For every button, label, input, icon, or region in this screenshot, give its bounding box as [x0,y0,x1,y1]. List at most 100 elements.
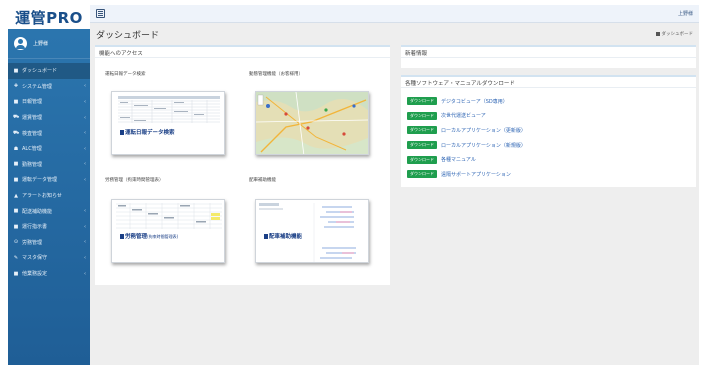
download-link[interactable]: 遠隔サポートアプリケーション [441,171,511,178]
download-button[interactable]: ダウンロード [407,97,437,106]
list-item: ダウンロード デジタコビューア（SD専用） [407,94,690,109]
chevron-left-icon: ‹ [84,130,86,137]
download-button[interactable]: ダウンロード [407,141,437,150]
breadcrumb: ダッシュボード [655,31,694,37]
news-panel: 新着情報 [401,45,696,68]
download-link[interactable]: ローカルアプリケーション（新規版） [441,142,526,149]
download-link[interactable]: 各種マニュアル [441,156,476,163]
alcohol-icon: ☗ [13,145,19,152]
card-labor-management[interactable]: 労務管理(拘束時間管理表) [111,199,225,263]
truck-icon: ⛟ [13,114,20,121]
download-button[interactable]: ダウンロード [407,155,437,164]
calendar-icon: ■ [13,161,19,168]
list-item: ダウンロード 遠隔サポートアプリケーション [407,167,690,182]
card-label-tracking: 動態管理機能（お客様用） [249,72,303,77]
pencil-icon: ✎ [13,254,19,261]
main-content: ダッシュボード ダッシュボード 機能へのアクセス 運転日報データ検索 運転日報デ… [90,23,699,365]
sidebar-nav: ■ ダッシュボード ✚ システム管理 ‹ ■ 日報管理 ‹ ⛟ 運賃管理 ‹ ⛟… [8,59,90,281]
card-tracking-map[interactable] [255,91,369,155]
sidebar-item-instructions[interactable]: ■ 運行指示書 ‹ [8,219,90,235]
sidebar-item-other-settings[interactable]: ■ 他業務設定 ‹ [8,266,90,282]
sidebar-item-alerts[interactable]: ▲ アラートお知らせ [8,188,90,204]
download-button[interactable]: ダウンロード [407,111,437,120]
sidebar-item-label: 配送補助機能 [22,208,53,215]
sidebar-item-master[interactable]: ✎ マスタ保守 ‹ [8,250,90,266]
chevron-left-icon: ‹ [84,145,86,152]
sidebar-item-label: ダッシュボード [22,68,58,75]
sidebar-item-dashboard[interactable]: ■ ダッシュボード [8,63,90,79]
sidebar-item-label: 日報管理 [22,99,43,106]
list-item: ダウンロード 次世代運送ビューア [407,109,690,124]
sidebar-item-daily-report[interactable]: ■ 日報管理 ‹ [8,94,90,110]
list-item: ダウンロード ローカルアプリケーション（新規版） [407,138,690,153]
sidebar-item-dispatch-support[interactable]: ■ 配送補助機能 ‹ [8,203,90,219]
list-item: ダウンロード 各種マニュアル [407,152,690,167]
access-panel: 機能へのアクセス 運転日報データ検索 運転日報データ検索 動態管理機能（お客様用… [95,45,390,285]
user-name: 上野様 [33,41,49,47]
news-panel-title: 新着情報 [401,47,696,58]
card-caption: 労務管理(拘束時間管理表) [120,232,178,240]
sidebar-item-label: アラートお知らせ [22,193,62,200]
square-icon [120,234,124,239]
sidebar-item-alc[interactable]: ☗ ALC管理 ‹ [8,141,90,157]
dispatch-icon: ■ [13,208,19,215]
map-thumbnail-icon [256,92,368,154]
downloads-panel-title: 各種ソフトウェア・マニュアルダウンロード [401,77,696,88]
download-link[interactable]: ローカルアプリケーション（更新版） [441,127,526,134]
card-label-daily-search: 運転日報データ検索 [105,72,146,77]
breadcrumb-item[interactable]: ダッシュボード [662,31,694,37]
sidebar-item-inspection[interactable]: ⛟ 検査管理 ‹ [8,125,90,141]
chevron-left-icon: ‹ [84,254,86,261]
top-bar: 上野様 [90,5,699,23]
sidebar-item-labor[interactable]: ⊙ 労務管理 ‹ [8,235,90,251]
page-header: ダッシュボード ダッシュボード [90,23,699,45]
access-panel-title: 機能へのアクセス [95,47,390,58]
spreadsheet-thumbnail-icon [112,92,224,154]
sidebar-item-label: マスタ保守 [22,255,48,262]
user-panel: 上野様 [8,29,90,59]
document-icon: ■ [13,223,19,230]
square-icon [120,130,124,135]
menu-toggle-icon[interactable] [96,9,105,18]
sidebar-item-label: 運転データ管理 [22,177,58,184]
sidebar-item-system[interactable]: ✚ システム管理 ‹ [8,79,90,95]
sidebar: 運管PRO 上野様 ■ ダッシュボード ✚ システム管理 ‹ ■ 日報管理 ‹ … [8,5,90,365]
download-list: ダウンロード デジタコビューア（SD専用） ダウンロード 次世代運送ビューア ダ… [401,88,696,182]
download-button[interactable]: ダウンロード [407,126,437,135]
dashboard-icon: ■ [13,67,19,74]
warning-icon: ▲ [14,192,18,199]
truck-icon: ⛟ [13,129,20,136]
card-label-dispatch: 配車補助機能 [249,178,276,183]
clock-icon: ⊙ [13,239,19,246]
sidebar-item-label: 勤務管理 [22,161,43,168]
sidebar-item-fare[interactable]: ⛟ 運賃管理 ‹ [8,110,90,126]
plus-icon: ✚ [13,83,19,90]
app-logo[interactable]: 運管PRO [8,5,90,29]
dashboard-icon [655,32,660,36]
sidebar-item-label: 他業務設定 [22,271,48,278]
sidebar-item-label: 運行指示書 [22,224,48,231]
chevron-left-icon: ‹ [84,239,86,246]
card-caption-text: 配車補助機能 [269,234,303,240]
download-button[interactable]: ダウンロード [407,170,437,179]
card-dispatch-support[interactable]: 配車補助機能 [255,199,369,263]
card-daily-search[interactable]: 運転日報データ検索 [111,91,225,155]
card-caption: 運転日報データ検索 [120,128,175,136]
chevron-left-icon: ‹ [84,223,86,230]
chevron-left-icon: ‹ [84,98,86,105]
top-user-link[interactable]: 上野様 [678,10,693,17]
sidebar-item-attendance[interactable]: ■ 勤務管理 ‹ [8,157,90,173]
card-caption-sub: (拘束時間管理表) [147,234,179,239]
list-item: ダウンロード ローカルアプリケーション（更新版） [407,123,690,138]
download-link[interactable]: 次世代運送ビューア [441,112,486,119]
download-link[interactable]: デジタコビューア（SD専用） [441,98,508,105]
card-caption: 配車補助機能 [264,232,302,240]
square-icon [264,234,268,239]
database-icon: ■ [13,176,19,183]
sidebar-item-label: システム管理 [22,83,52,90]
chevron-left-icon: ‹ [84,114,86,121]
chevron-left-icon: ‹ [84,208,86,215]
sidebar-item-driving-data[interactable]: ■ 運転データ管理 ‹ [8,172,90,188]
chevron-left-icon: ‹ [84,161,86,168]
card-caption-text: 運転日報データ検索 [125,130,175,136]
